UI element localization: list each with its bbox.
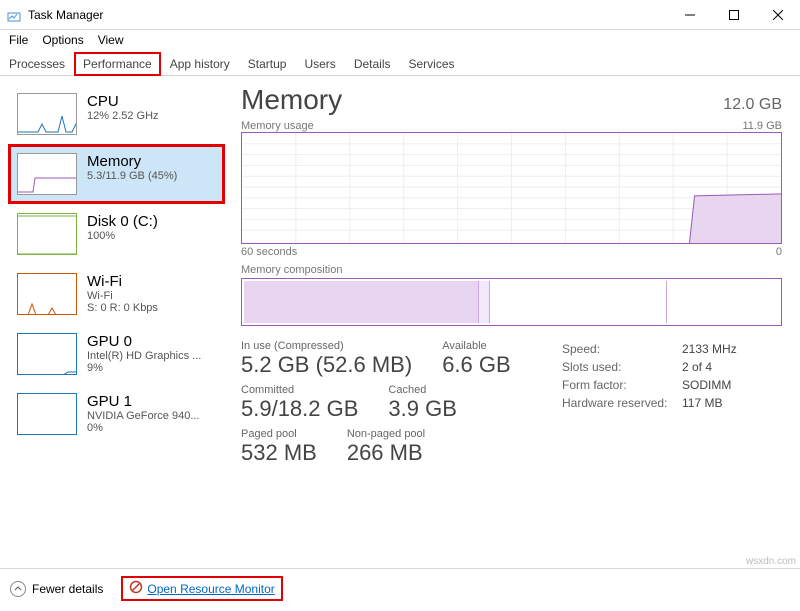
- menu-options[interactable]: Options: [35, 31, 90, 49]
- cached-value: 3.9 GB: [388, 396, 456, 422]
- committed-label: Committed: [241, 384, 358, 396]
- tab-startup[interactable]: Startup: [239, 52, 296, 75]
- gpu1-thumb: [17, 393, 77, 435]
- memory-details-grid: Speed: 2133 MHz Slots used: 2 of 4 Form …: [562, 342, 782, 410]
- gpu1-sub2: 0%: [87, 422, 200, 434]
- xaxis-left: 60 seconds: [241, 246, 297, 258]
- speed-val: 2133 MHz: [682, 342, 782, 356]
- paged-label: Paged pool: [241, 428, 317, 440]
- gpu0-thumb: [17, 333, 77, 375]
- main-panel: Memory 12.0 GB Memory usage 11.9 GB: [225, 76, 800, 568]
- wifi-thumb: [17, 273, 77, 315]
- gpu0-sub: Intel(R) HD Graphics ...: [87, 350, 201, 362]
- titlebar: Task Manager: [0, 0, 800, 30]
- gpu1-name: GPU 1: [87, 393, 200, 410]
- disk-thumb: [17, 213, 77, 255]
- tab-performance[interactable]: Performance: [74, 52, 161, 76]
- committed-value: 5.9/18.2 GB: [241, 396, 358, 422]
- cpu-thumb: [17, 93, 77, 135]
- gpu1-sub: NVIDIA GeForce 940...: [87, 410, 200, 422]
- minimize-button[interactable]: [668, 0, 712, 30]
- avail-label: Available: [442, 340, 510, 352]
- sidebar-item-disk0[interactable]: Disk 0 (C:) 100%: [8, 204, 225, 264]
- wifi-name: Wi-Fi: [87, 273, 158, 290]
- open-resource-monitor-link[interactable]: Open Resource Monitor: [121, 576, 282, 601]
- tab-app-history[interactable]: App history: [161, 52, 239, 75]
- performance-sidebar: CPU 12% 2.52 GHz Memory 5.3/11.9 GB (45%…: [0, 76, 225, 568]
- cached-label: Cached: [388, 384, 456, 396]
- slots-val: 2 of 4: [682, 360, 782, 374]
- sidebar-item-gpu1[interactable]: GPU 1 NVIDIA GeForce 940... 0%: [8, 384, 225, 444]
- nonpaged-value: 266 MB: [347, 440, 425, 466]
- page-title: Memory: [241, 84, 342, 116]
- speed-key: Speed:: [562, 342, 682, 356]
- usage-label: Memory usage: [241, 120, 314, 132]
- xaxis-right: 0: [776, 246, 782, 258]
- memory-thumb: [17, 153, 77, 195]
- gpu0-sub2: 9%: [87, 362, 201, 374]
- composition-label: Memory composition: [241, 264, 342, 276]
- inuse-label: In use (Compressed): [241, 340, 412, 352]
- maximize-button[interactable]: [712, 0, 756, 30]
- tabbar: Processes Performance App history Startu…: [0, 52, 800, 76]
- memory-composition-chart: [241, 278, 782, 326]
- sidebar-item-gpu0[interactable]: GPU 0 Intel(R) HD Graphics ... 9%: [8, 324, 225, 384]
- nonpaged-label: Non-paged pool: [347, 428, 425, 440]
- memory-total: 12.0 GB: [723, 96, 782, 114]
- cpu-sub: 12% 2.52 GHz: [87, 110, 159, 122]
- hw-key: Hardware reserved:: [562, 396, 682, 410]
- memory-name: Memory: [87, 153, 177, 170]
- tab-details[interactable]: Details: [345, 52, 400, 75]
- resource-monitor-icon: [129, 580, 143, 597]
- menu-view[interactable]: View: [91, 31, 131, 49]
- wifi-sub2: S: 0 R: 0 Kbps: [87, 302, 158, 314]
- fewer-details-button[interactable]: Fewer details: [10, 581, 103, 597]
- disk-sub: 100%: [87, 230, 158, 242]
- app-icon: [6, 7, 22, 23]
- close-button[interactable]: [756, 0, 800, 30]
- resource-monitor-label[interactable]: Open Resource Monitor: [147, 582, 274, 596]
- fewer-details-label: Fewer details: [32, 582, 103, 596]
- disk-name: Disk 0 (C:): [87, 213, 158, 230]
- gpu0-name: GPU 0: [87, 333, 201, 350]
- paged-value: 532 MB: [241, 440, 317, 466]
- hw-val: 117 MB: [682, 396, 782, 410]
- watermark: wsxdn.com: [746, 556, 796, 567]
- tab-processes[interactable]: Processes: [0, 52, 74, 75]
- memory-sub: 5.3/11.9 GB (45%): [87, 170, 177, 182]
- avail-value: 6.6 GB: [442, 352, 510, 378]
- sidebar-item-memory[interactable]: Memory 5.3/11.9 GB (45%): [8, 144, 225, 204]
- footer: Fewer details Open Resource Monitor: [0, 568, 800, 608]
- window-title: Task Manager: [28, 8, 103, 22]
- memory-usage-chart: [241, 132, 782, 244]
- wifi-sub: Wi-Fi: [87, 290, 158, 302]
- sidebar-item-cpu[interactable]: CPU 12% 2.52 GHz: [8, 84, 225, 144]
- cpu-name: CPU: [87, 93, 159, 110]
- tab-services[interactable]: Services: [400, 52, 464, 75]
- form-key: Form factor:: [562, 378, 682, 392]
- content: CPU 12% 2.52 GHz Memory 5.3/11.9 GB (45%…: [0, 76, 800, 568]
- inuse-value: 5.2 GB (52.6 MB): [241, 352, 412, 378]
- form-val: SODIMM: [682, 378, 782, 392]
- chevron-up-icon: [10, 581, 26, 597]
- slots-key: Slots used:: [562, 360, 682, 374]
- tab-users[interactable]: Users: [295, 52, 344, 75]
- sidebar-item-wifi[interactable]: Wi-Fi Wi-Fi S: 0 R: 0 Kbps: [8, 264, 225, 324]
- menu-file[interactable]: File: [2, 31, 35, 49]
- usage-max: 11.9 GB: [742, 120, 782, 132]
- menubar: File Options View: [0, 30, 800, 50]
